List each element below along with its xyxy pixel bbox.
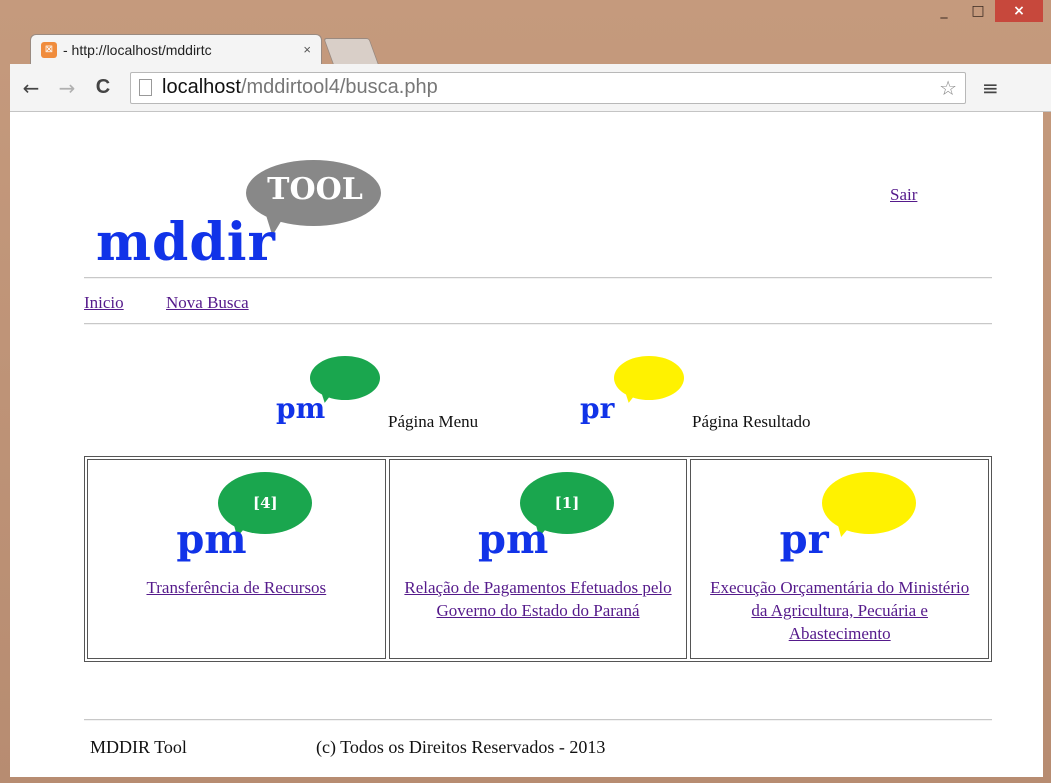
pm-legend-icon: pm	[276, 356, 386, 436]
window-controls: _ □ ×	[927, 0, 1043, 22]
nav-divider	[84, 323, 992, 325]
legend-label-result: Página Resultado	[692, 412, 811, 431]
logout-link[interactable]: Sair	[890, 185, 917, 205]
pr-legend-icon: pr	[580, 356, 690, 436]
footer-copyright: (c) Todos os Direitos Reservados - 2013	[316, 737, 606, 757]
result-card: [4] pm Transferência de Recursos	[87, 459, 386, 659]
minimize-button[interactable]: _	[927, 0, 961, 22]
result-count-badge	[821, 472, 916, 534]
close-window-button[interactable]: ×	[995, 0, 1043, 22]
footer-site-name: MDDIR Tool	[90, 737, 187, 757]
browser-toolbar: ← → C localhost /mddirtool4/busca.php ☆ …	[10, 64, 1051, 112]
result-link[interactable]: Relação de Pagamentos Efetuados pelo Gov…	[400, 576, 677, 622]
legend-item-menu: pm Página Menu	[276, 356, 478, 436]
url-path: /mddirtool4/busca.php	[240, 76, 438, 98]
page-icon	[139, 79, 152, 96]
result-card: [1] pm Relação de Pagamentos Efetuados p…	[388, 459, 688, 659]
back-icon[interactable]: ←	[16, 73, 46, 103]
logo-brand-text: mddir	[96, 212, 276, 273]
pm-icon: [1] pm	[478, 472, 618, 570]
chrome-menu-icon[interactable]: ≡	[982, 76, 999, 100]
result-link[interactable]: Execução Orçamentária do Ministério da A…	[701, 576, 978, 645]
pm-icon: [4] pm	[176, 472, 316, 570]
result-card: pr Execução Orçamentária do Ministério d…	[690, 459, 990, 659]
tab-strip: ⊠ - http://localhost/mddirtc ×	[20, 30, 1020, 64]
browser-window-frame: _ □ × ⊠ - http://localhost/mddirtc × ← →…	[0, 0, 1051, 783]
tab-title: - http://localhost/mddirtc	[63, 41, 212, 58]
address-bar[interactable]: localhost /mddirtool4/busca.php ☆	[130, 71, 966, 104]
new-search-link[interactable]: Nova Busca	[166, 293, 249, 313]
result-link[interactable]: Transferência de Recursos	[98, 576, 375, 599]
tab-active[interactable]: ⊠ - http://localhost/mddirtc ×	[30, 34, 322, 64]
forward-icon[interactable]: →	[52, 73, 82, 103]
favicon-icon: ⊠	[41, 41, 57, 58]
footer-divider	[84, 719, 992, 721]
tab-close-icon[interactable]: ×	[303, 42, 311, 57]
reload-icon[interactable]: C	[88, 73, 118, 103]
mddir-tool-logo: TOOL mddir	[88, 150, 388, 273]
legend-label-menu: Página Menu	[388, 412, 479, 431]
url-host: localhost	[162, 76, 241, 98]
legend-item-result: pr Página Resultado	[580, 356, 811, 436]
bookmark-star-icon[interactable]: ☆	[939, 76, 957, 100]
search-results-table: [4] pm Transferência de Recursos [1] pm …	[84, 456, 992, 662]
header-divider	[84, 277, 992, 279]
new-tab-button[interactable]	[323, 38, 379, 64]
pr-icon: pr	[780, 472, 920, 570]
logo-bubble-text: TOOL	[267, 172, 363, 207]
home-link[interactable]: Inicio	[84, 293, 124, 313]
maximize-button[interactable]: □	[961, 0, 995, 22]
